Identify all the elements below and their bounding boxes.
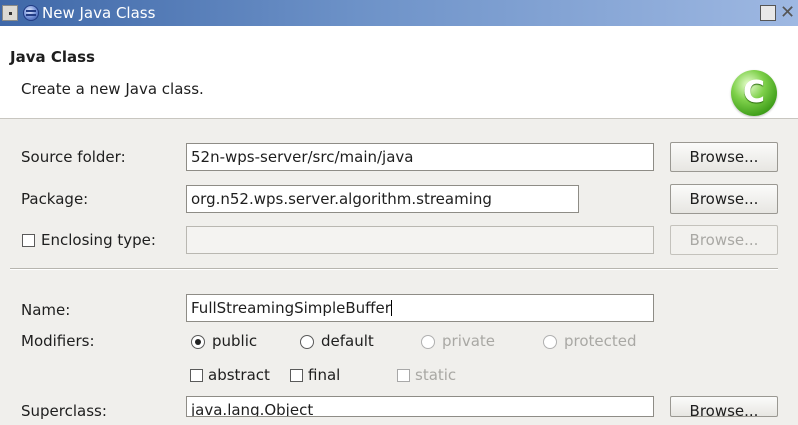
superclass-input[interactable]: java.lang.Object [186,396,654,417]
abstract-label: abstract [208,366,270,384]
source-folder-input[interactable]: 52n-wps-server/src/main/java [186,143,654,171]
static-checkbox[interactable] [397,369,410,382]
superclass-browse-button[interactable]: Browse... [670,396,778,420]
package-label: Package: [21,190,89,208]
wizard-header [0,26,798,119]
package-browse-button[interactable]: Browse... [670,184,778,214]
enclosing-type-checkbox[interactable] [22,234,35,247]
window-title: New Java Class [42,4,156,22]
modifier-private-label: private [442,332,496,350]
modifier-private-radio[interactable] [421,335,435,349]
page-title: Java Class [10,48,95,66]
modifier-default-radio[interactable] [300,335,314,349]
maximize-icon[interactable] [760,5,776,21]
static-label: static [415,366,457,384]
final-checkbox[interactable] [290,369,303,382]
name-label: Name: [21,301,71,319]
page-description: Create a new Java class. [21,80,204,98]
window-menu-icon[interactable] [2,5,18,21]
close-icon[interactable]: ✕ [780,4,798,22]
java-class-icon: C [731,70,777,116]
superclass-label: Superclass: [21,402,107,420]
abstract-checkbox[interactable] [190,369,203,382]
modifier-default-label: default [321,332,374,350]
source-folder-browse-button[interactable]: Browse... [670,142,778,172]
text-cursor [390,300,392,316]
name-input-value: FullStreamingSimpleBuffer [191,299,391,317]
enclosing-type-input[interactable] [186,226,654,254]
enclosing-type-browse-button[interactable]: Browse... [670,225,778,255]
source-folder-label: Source folder: [21,148,126,166]
package-input[interactable]: org.n52.wps.server.algorithm.streaming [186,185,579,213]
eclipse-icon [23,5,39,21]
name-input[interactable]: FullStreamingSimpleBuffer [186,294,654,322]
enclosing-type-label: Enclosing type: [41,231,156,249]
final-label: final [308,366,341,384]
modifier-public-radio[interactable] [191,335,205,349]
modifiers-label: Modifiers: [21,332,95,350]
title-bar: New Java Class ✕ [0,0,798,26]
modifier-public-label: public [212,332,258,350]
separator [10,268,778,270]
modifier-protected-label: protected [564,332,637,350]
modifier-protected-radio[interactable] [543,335,557,349]
